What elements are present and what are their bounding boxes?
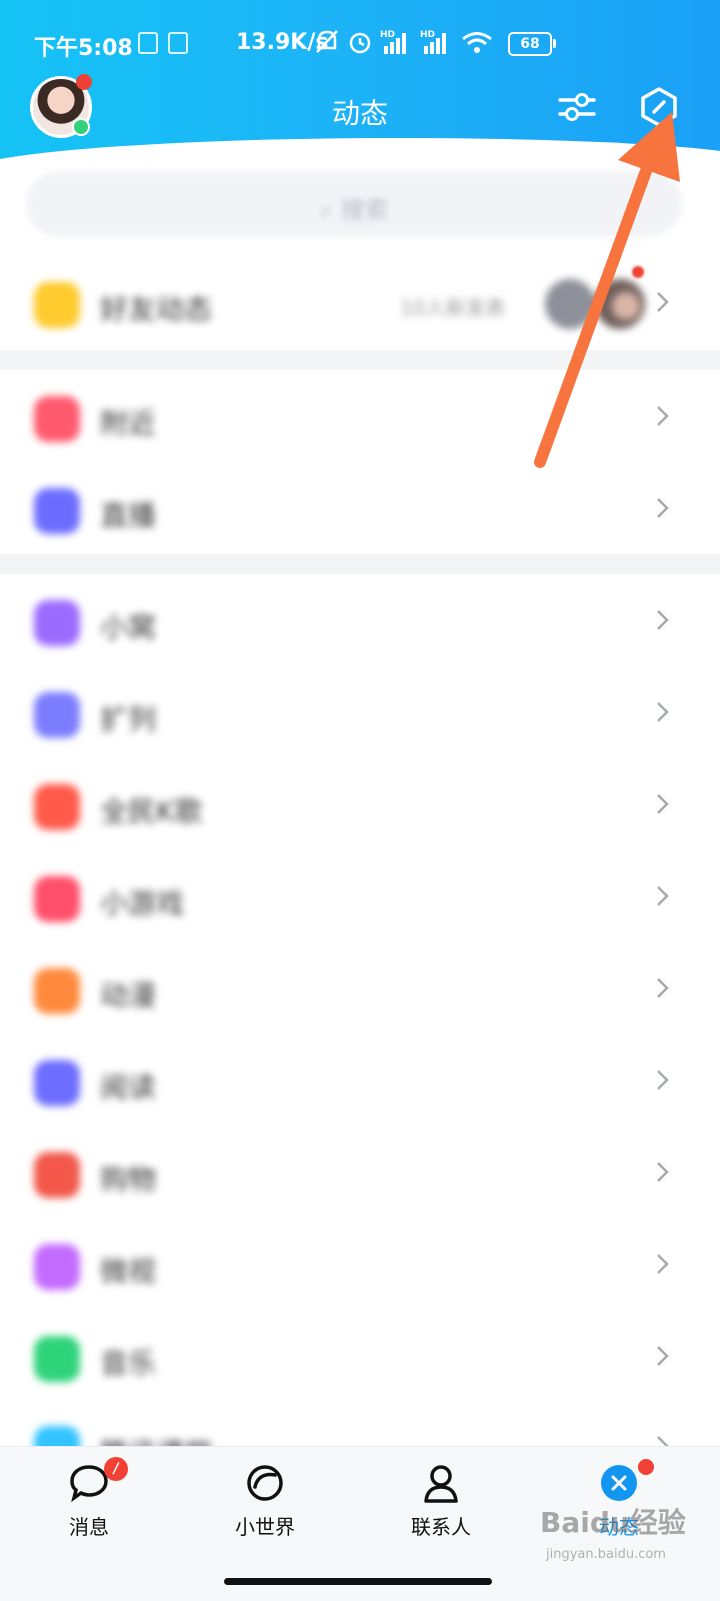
chevron-right-icon (657, 498, 669, 518)
signal-icon-1: HD (380, 30, 406, 54)
chevron-right-icon (657, 610, 669, 630)
list-item-shopping[interactable]: 购物 (0, 1126, 720, 1218)
alarm-icon (349, 32, 371, 54)
status-bar: 下午5:08 13.9K/s HD HD 68 (0, 22, 720, 62)
location-icon (34, 396, 80, 442)
tab-messages[interactable]: 消息 / (24, 1457, 154, 1551)
list-item-nest[interactable]: 小窝 (0, 574, 720, 666)
game-icon (34, 876, 80, 922)
battery-indicator: 68 (508, 32, 556, 56)
chevron-right-icon (657, 702, 669, 722)
anime-icon (34, 968, 80, 1014)
list-item-label: 购物 (100, 1163, 157, 1196)
chevron-right-icon (657, 1346, 669, 1366)
settings-sliders-icon[interactable] (556, 86, 598, 128)
wifi-icon (462, 32, 492, 53)
dynamic-dot (638, 1459, 654, 1475)
chevron-right-icon (657, 1070, 669, 1090)
list-item-label: 全民K歌 (100, 795, 203, 828)
watermark-brand: Baidu经验 (540, 1506, 686, 1539)
list-item-live[interactable]: 直播 (0, 462, 720, 554)
search-bar[interactable]: ⌕ 搜索 (26, 172, 682, 236)
tab-label: 小世界 (235, 1515, 295, 1539)
list-item-label: 附近 (100, 407, 157, 440)
friends-feed-dot (632, 266, 644, 278)
list-item-label: 小游戏 (100, 887, 185, 920)
status-time: 下午5:08 (34, 36, 133, 61)
baidu-watermark: Baidu经验 jingyan.baidu.com (540, 1506, 686, 1562)
friends-feed-row[interactable]: 好友动态 10人新发表 (0, 256, 720, 348)
tab-label: 联系人 (411, 1515, 471, 1539)
signal-icon-2: HD (420, 30, 446, 54)
home-indicator[interactable] (224, 1578, 492, 1585)
list-item-minigame[interactable]: 小游戏 (0, 850, 720, 942)
chevron-right-icon (657, 1254, 669, 1274)
chevron-right-icon (657, 406, 669, 426)
friends-feed-label: 好友动态 (100, 293, 213, 326)
friends-icon (34, 692, 80, 738)
mute-bell-icon (316, 30, 338, 53)
watermark-url: jingyan.baidu.com (545, 1547, 666, 1562)
svg-text:HD: HD (380, 30, 395, 40)
tab-contacts[interactable]: 联系人 (376, 1461, 506, 1551)
svg-text:HD: HD (420, 30, 435, 40)
music-icon (34, 1336, 80, 1382)
avatar-notification-dot (76, 74, 92, 90)
notification-icon (168, 32, 188, 54)
contacts-icon (424, 1465, 458, 1503)
list-item-anime[interactable]: 动漫 (0, 942, 720, 1034)
chevron-right-icon (657, 978, 669, 998)
friends-feed-count: 10人新发表 (400, 296, 506, 320)
header-wave (0, 138, 720, 160)
chevron-right-icon (657, 292, 669, 312)
shop-icon (34, 1152, 80, 1198)
list-item-weishi[interactable]: 微视 (0, 1218, 720, 1310)
list-item-label: 微视 (100, 1255, 157, 1288)
tab-label: 消息 (69, 1515, 109, 1539)
book-icon (34, 1060, 80, 1106)
message-badge: / (104, 1457, 128, 1481)
section-divider (0, 350, 720, 370)
hexagon-manage-icon[interactable] (638, 86, 680, 128)
home-icon (34, 600, 80, 646)
chevron-right-icon (657, 886, 669, 906)
list-item-reading[interactable]: 阅读 (0, 1034, 720, 1126)
chevron-right-icon (657, 1162, 669, 1182)
search-placeholder: ⌕ 搜索 (319, 196, 389, 224)
sim-icon (138, 32, 158, 54)
list-item-label: 动漫 (100, 979, 157, 1012)
list-item-label: 阅读 (100, 1071, 157, 1104)
header: 下午5:08 13.9K/s HD HD 68 (0, 0, 720, 160)
search-icon: ⌕ (319, 196, 341, 224)
list-item-label: 小窝 (100, 611, 157, 644)
list-item-label: 音乐 (100, 1347, 157, 1380)
page-title: 动态 (331, 97, 388, 130)
karaoke-icon (34, 784, 80, 830)
list-item-nearby[interactable]: 附近 (0, 370, 720, 462)
section-divider (0, 554, 720, 574)
list-item-karaoke[interactable]: 全民K歌 (0, 758, 720, 850)
list-item-label: 扩列 (100, 703, 157, 736)
tab-small-world[interactable]: 小世界 (200, 1461, 330, 1551)
chevron-right-icon (657, 794, 669, 814)
list-item-music[interactable]: 音乐 (0, 1310, 720, 1402)
world-icon (247, 1465, 283, 1501)
video-icon (34, 1244, 80, 1290)
friend-avatars (545, 279, 645, 329)
list-item-expand[interactable]: 扩列 (0, 666, 720, 758)
friends-feed-icon (34, 282, 80, 328)
list-item-label: 直播 (100, 499, 157, 532)
live-icon (34, 488, 80, 534)
